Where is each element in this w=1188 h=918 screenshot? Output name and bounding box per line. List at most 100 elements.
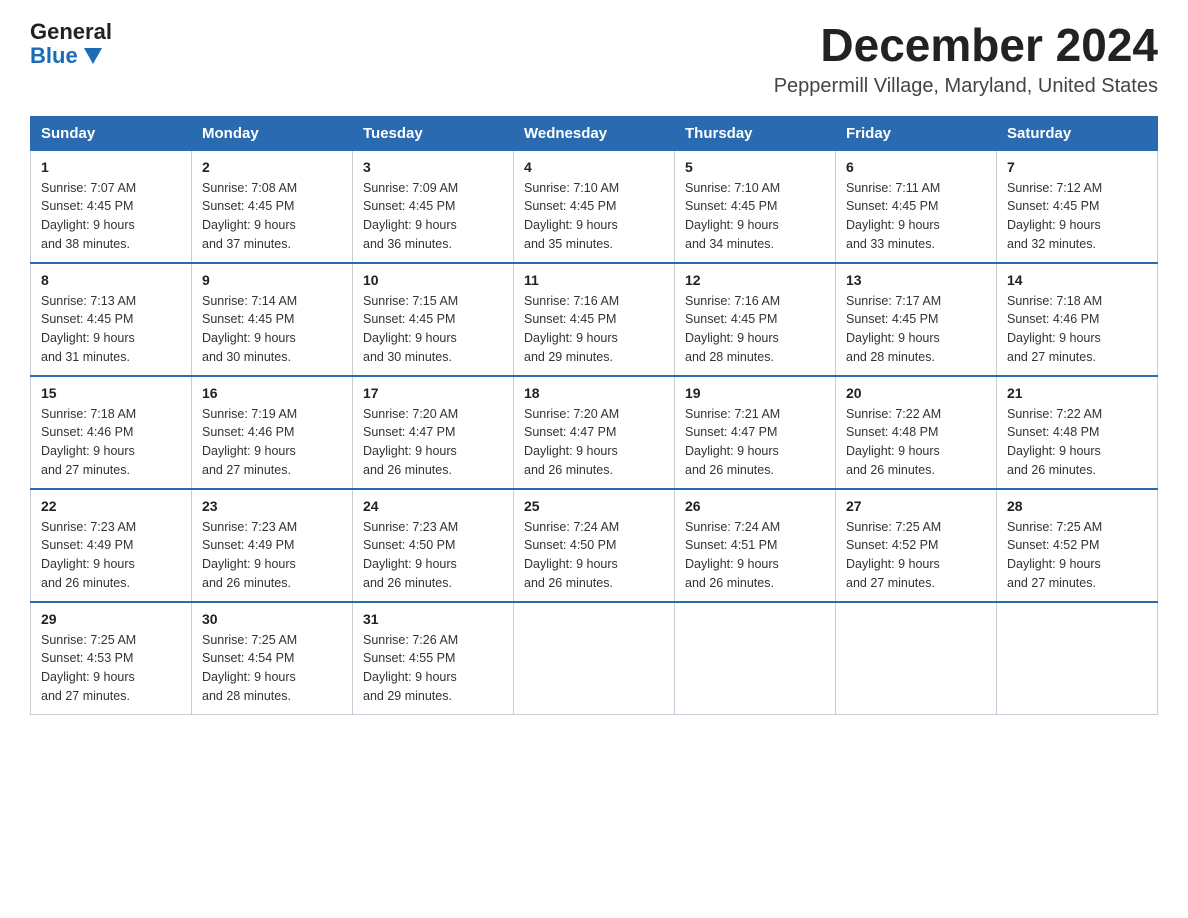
day-number: 12	[685, 272, 825, 288]
day-number: 7	[1007, 159, 1147, 175]
day-cell: 2 Sunrise: 7:08 AMSunset: 4:45 PMDaylight…	[192, 150, 353, 263]
day-info: Sunrise: 7:20 AMSunset: 4:47 PMDaylight:…	[524, 405, 664, 480]
day-cell: 8 Sunrise: 7:13 AMSunset: 4:45 PMDaylight…	[31, 263, 192, 376]
weekday-header-saturday: Saturday	[997, 116, 1158, 150]
day-info: Sunrise: 7:09 AMSunset: 4:45 PMDaylight:…	[363, 179, 503, 254]
page-header: General Blue December 2024 Peppermill Vi…	[30, 20, 1158, 98]
day-info: Sunrise: 7:20 AMSunset: 4:47 PMDaylight:…	[363, 405, 503, 480]
day-number: 28	[1007, 498, 1147, 514]
day-cell: 3 Sunrise: 7:09 AMSunset: 4:45 PMDaylight…	[353, 150, 514, 263]
day-number: 5	[685, 159, 825, 175]
day-number: 23	[202, 498, 342, 514]
day-number: 15	[41, 385, 181, 401]
day-number: 8	[41, 272, 181, 288]
day-number: 30	[202, 611, 342, 627]
day-info: Sunrise: 7:22 AMSunset: 4:48 PMDaylight:…	[846, 405, 986, 480]
day-number: 18	[524, 385, 664, 401]
day-number: 13	[846, 272, 986, 288]
day-cell: 13 Sunrise: 7:17 AMSunset: 4:45 PMDayligh…	[836, 263, 997, 376]
day-number: 24	[363, 498, 503, 514]
day-info: Sunrise: 7:21 AMSunset: 4:47 PMDaylight:…	[685, 405, 825, 480]
day-cell	[836, 602, 997, 715]
day-cell: 11 Sunrise: 7:16 AMSunset: 4:45 PMDayligh…	[514, 263, 675, 376]
day-number: 6	[846, 159, 986, 175]
day-info: Sunrise: 7:14 AMSunset: 4:45 PMDaylight:…	[202, 292, 342, 367]
calendar-table: SundayMondayTuesdayWednesdayThursdayFrid…	[30, 116, 1158, 715]
day-cell: 10 Sunrise: 7:15 AMSunset: 4:45 PMDayligh…	[353, 263, 514, 376]
day-cell: 27 Sunrise: 7:25 AMSunset: 4:52 PMDayligh…	[836, 489, 997, 602]
day-info: Sunrise: 7:08 AMSunset: 4:45 PMDaylight:…	[202, 179, 342, 254]
week-row-5: 29Sunrise: 7:25 AMSunset: 4:53 PMDayligh…	[31, 602, 1158, 715]
day-number: 29	[41, 611, 181, 627]
day-info: Sunrise: 7:10 AMSunset: 4:45 PMDaylight:…	[685, 179, 825, 254]
day-info: Sunrise: 7:24 AMSunset: 4:50 PMDaylight:…	[524, 518, 664, 593]
day-number: 20	[846, 385, 986, 401]
day-info: Sunrise: 7:11 AMSunset: 4:45 PMDaylight:…	[846, 179, 986, 254]
day-cell: 4Sunrise: 7:10 AMSunset: 4:45 PMDaylight…	[514, 150, 675, 263]
day-number: 1	[41, 159, 181, 175]
day-number: 19	[685, 385, 825, 401]
day-cell: 16Sunrise: 7:19 AMSunset: 4:46 PMDayligh…	[192, 376, 353, 489]
day-info: Sunrise: 7:24 AMSunset: 4:51 PMDaylight:…	[685, 518, 825, 593]
day-number: 26	[685, 498, 825, 514]
day-info: Sunrise: 7:16 AMSunset: 4:45 PMDaylight:…	[685, 292, 825, 367]
logo: General Blue	[30, 20, 112, 68]
day-info: Sunrise: 7:16 AMSunset: 4:45 PMDaylight:…	[524, 292, 664, 367]
day-cell: 30 Sunrise: 7:25 AMSunset: 4:54 PMDayligh…	[192, 602, 353, 715]
day-info: Sunrise: 7:25 AMSunset: 4:54 PMDaylight:…	[202, 631, 342, 706]
day-number: 27	[846, 498, 986, 514]
day-cell: 25 Sunrise: 7:24 AMSunset: 4:50 PMDayligh…	[514, 489, 675, 602]
week-row-2: 8 Sunrise: 7:13 AMSunset: 4:45 PMDaylight…	[31, 263, 1158, 376]
day-number: 14	[1007, 272, 1147, 288]
day-info: Sunrise: 7:26 AMSunset: 4:55 PMDaylight:…	[363, 631, 503, 706]
day-info: Sunrise: 7:25 AMSunset: 4:52 PMDaylight:…	[846, 518, 986, 593]
day-cell: 1 Sunrise: 7:07 AMSunset: 4:45 PMDaylight…	[31, 150, 192, 263]
calendar-header: SundayMondayTuesdayWednesdayThursdayFrid…	[31, 116, 1158, 150]
day-info: Sunrise: 7:13 AMSunset: 4:45 PMDaylight:…	[41, 292, 181, 367]
day-info: Sunrise: 7:17 AMSunset: 4:45 PMDaylight:…	[846, 292, 986, 367]
day-info: Sunrise: 7:22 AMSunset: 4:48 PMDaylight:…	[1007, 405, 1147, 480]
day-info: Sunrise: 7:23 AMSunset: 4:49 PMDaylight:…	[202, 518, 342, 593]
day-cell: 26 Sunrise: 7:24 AMSunset: 4:51 PMDayligh…	[675, 489, 836, 602]
day-info: Sunrise: 7:19 AMSunset: 4:46 PMDaylight:…	[202, 405, 342, 480]
day-number: 21	[1007, 385, 1147, 401]
weekday-header-wednesday: Wednesday	[514, 116, 675, 150]
day-number: 11	[524, 272, 664, 288]
month-title: December 2024	[774, 20, 1158, 71]
day-info: Sunrise: 7:18 AMSunset: 4:46 PMDaylight:…	[41, 405, 181, 480]
weekday-header-friday: Friday	[836, 116, 997, 150]
day-cell: 28 Sunrise: 7:25 AMSunset: 4:52 PMDayligh…	[997, 489, 1158, 602]
day-info: Sunrise: 7:15 AMSunset: 4:45 PMDaylight:…	[363, 292, 503, 367]
day-number: 10	[363, 272, 503, 288]
day-number: 17	[363, 385, 503, 401]
weekday-header-sunday: Sunday	[31, 116, 192, 150]
day-number: 25	[524, 498, 664, 514]
week-row-3: 15 Sunrise: 7:18 AMSunset: 4:46 PMDayligh…	[31, 376, 1158, 489]
day-cell: 21 Sunrise: 7:22 AMSunset: 4:48 PMDayligh…	[997, 376, 1158, 489]
week-row-1: 1 Sunrise: 7:07 AMSunset: 4:45 PMDaylight…	[31, 150, 1158, 263]
day-cell: 22 Sunrise: 7:23 AMSunset: 4:49 PMDayligh…	[31, 489, 192, 602]
weekday-header-tuesday: Tuesday	[353, 116, 514, 150]
day-cell: 18 Sunrise: 7:20 AMSunset: 4:47 PMDayligh…	[514, 376, 675, 489]
day-cell	[675, 602, 836, 715]
day-info: Sunrise: 7:23 AMSunset: 4:50 PMDaylight:…	[363, 518, 503, 593]
day-info: Sunrise: 7:07 AMSunset: 4:45 PMDaylight:…	[41, 179, 181, 254]
day-number: 9	[202, 272, 342, 288]
day-cell: 7Sunrise: 7:12 AMSunset: 4:45 PMDaylight…	[997, 150, 1158, 263]
day-cell: 23 Sunrise: 7:23 AMSunset: 4:49 PMDayligh…	[192, 489, 353, 602]
weekday-header-monday: Monday	[192, 116, 353, 150]
week-row-4: 22 Sunrise: 7:23 AMSunset: 4:49 PMDayligh…	[31, 489, 1158, 602]
day-info: Sunrise: 7:18 AMSunset: 4:46 PMDaylight:…	[1007, 292, 1147, 367]
day-info: Sunrise: 7:23 AMSunset: 4:49 PMDaylight:…	[41, 518, 181, 593]
day-info: Sunrise: 7:25 AMSunset: 4:52 PMDaylight:…	[1007, 518, 1147, 593]
day-number: 2	[202, 159, 342, 175]
day-cell	[997, 602, 1158, 715]
day-cell: 9 Sunrise: 7:14 AMSunset: 4:45 PMDaylight…	[192, 263, 353, 376]
title-section: December 2024 Peppermill Village, Maryla…	[774, 20, 1158, 98]
day-number: 3	[363, 159, 503, 175]
header-row: SundayMondayTuesdayWednesdayThursdayFrid…	[31, 116, 1158, 150]
day-cell: 24 Sunrise: 7:23 AMSunset: 4:50 PMDayligh…	[353, 489, 514, 602]
day-cell: 15 Sunrise: 7:18 AMSunset: 4:46 PMDayligh…	[31, 376, 192, 489]
day-number: 22	[41, 498, 181, 514]
day-cell: 29Sunrise: 7:25 AMSunset: 4:53 PMDayligh…	[31, 602, 192, 715]
